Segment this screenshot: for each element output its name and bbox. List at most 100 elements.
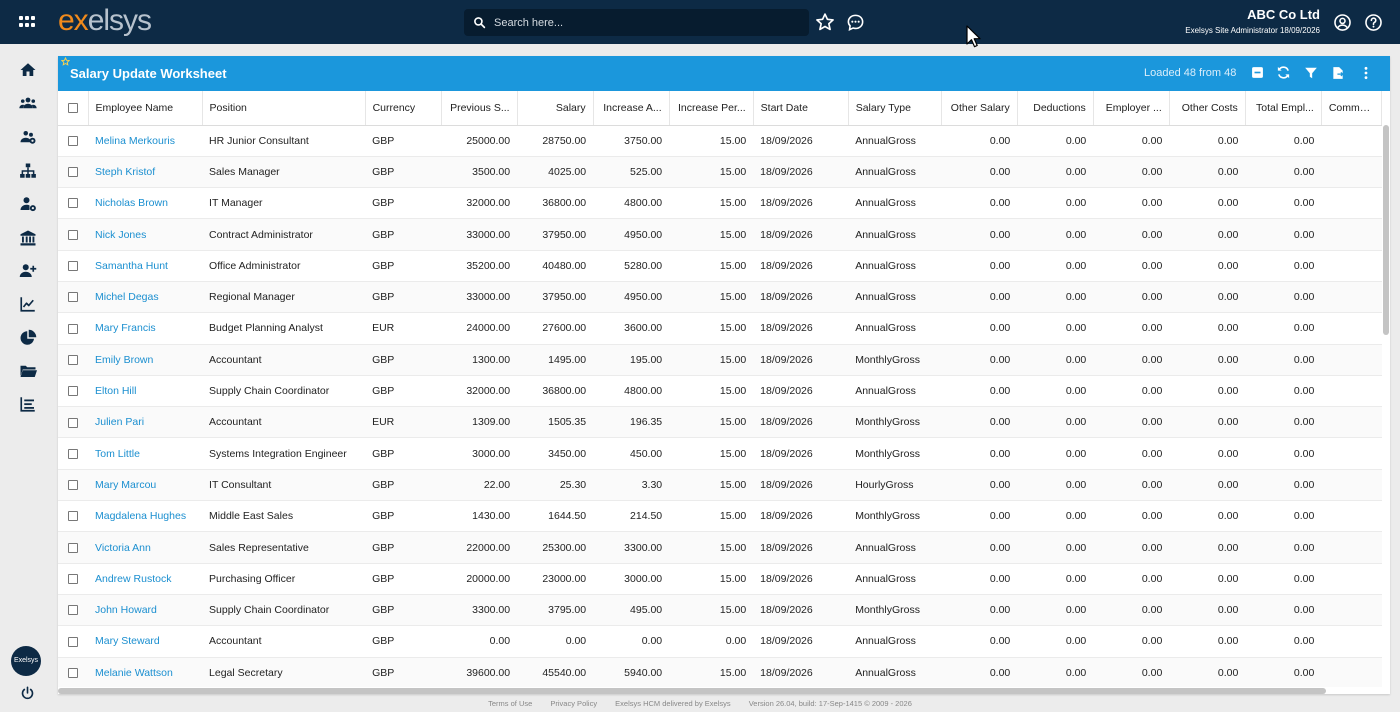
row-checkbox[interactable] [58,218,88,251]
employee-name-link[interactable]: Elton Hill [88,375,203,408]
table-row[interactable]: Magdalena Hughes Middle East Sales GBP 1430… [58,500,1382,533]
column-header[interactable]: Other Costs [1169,91,1246,126]
employee-name-link[interactable]: Nick Jones [88,218,203,251]
row-checkbox[interactable] [58,531,88,564]
row-checkbox[interactable] [58,187,88,220]
table-row[interactable]: Mary Marcou IT Consultant GBP 22.00 25.30 3.3… [58,469,1382,502]
column-header[interactable]: Employer ... [1093,91,1170,126]
vertical-scrollbar[interactable] [1383,125,1389,335]
list-chart-icon[interactable] [19,395,37,413]
employee-name-link[interactable]: Victoria Ann [88,531,203,564]
horizontal-scrollbar[interactable] [58,688,1326,694]
table-row[interactable]: Andrew Rustock Purchasing Officer GBP 20000… [58,563,1382,595]
column-header[interactable]: Previous S... [441,91,518,126]
table-row[interactable]: Samantha Hunt Office Administrator GBP 3520… [58,250,1382,282]
more-vertical-icon[interactable] [1359,66,1373,80]
table-row[interactable]: Michel Degas Regional Manager GBP 33000.00 3… [58,281,1382,314]
home-icon[interactable] [19,61,37,79]
search-box[interactable] [464,9,809,36]
table-row[interactable]: Elton Hill Supply Chain Coordinator GBP 320… [58,375,1382,408]
column-header[interactable]: Salary Type [848,91,942,126]
column-header[interactable]: Employee Name [88,91,203,126]
table-row[interactable]: John Howard Supply Chain Coordinator GBP 33… [58,594,1382,627]
table-row[interactable]: Mary Francis Budget Planning Analyst EUR 24… [58,312,1382,345]
row-checkbox[interactable] [58,312,88,345]
search-input[interactable] [494,13,794,32]
row-checkbox[interactable] [58,344,88,376]
row-checkbox[interactable] [58,125,88,157]
table-row[interactable]: Nick Jones Contract Administrator GBP 33000… [58,218,1382,251]
row-checkbox[interactable] [58,406,88,439]
row-checkbox[interactable] [58,250,88,282]
row-checkbox[interactable] [58,156,88,189]
table-row[interactable]: Julien Pari Accountant EUR 1309.00 1505.35 19… [58,406,1382,439]
column-header[interactable]: Deductions [1017,91,1094,126]
employee-name-link[interactable]: Melanie Wattson [88,657,203,687]
row-checkbox[interactable] [58,375,88,408]
line-chart-icon[interactable] [19,295,37,313]
avatar[interactable]: Exelsys [11,646,41,676]
filter-icon[interactable] [1304,66,1318,80]
employee-name-link[interactable]: Emily Brown [88,344,203,376]
column-header[interactable]: Increase Per... [669,91,754,126]
employee-name-link[interactable]: Mary Francis [88,312,203,345]
employee-name-link[interactable]: Magdalena Hughes [88,500,203,533]
exelsys-logo[interactable]: exelsys [58,4,152,38]
help-icon[interactable] [1364,13,1383,32]
employee-name-link[interactable]: Michel Degas [88,281,203,314]
column-header[interactable]: Increase A... [593,91,670,126]
terms-link[interactable]: Terms of Use [488,699,532,708]
employee-name-link[interactable]: Mary Marcou [88,469,203,502]
table-row[interactable]: Emily Brown Accountant GBP 1300.00 1495.00 19… [58,344,1382,376]
employee-name-link[interactable]: Steph Kristof [88,156,203,189]
employee-name-link[interactable]: Mary Steward [88,625,203,658]
favorite-star-icon[interactable] [61,57,70,66]
column-header[interactable]: Start Date [753,91,849,126]
table-row[interactable]: Victoria Ann Sales Representative GBP 22000… [58,531,1382,564]
favorites-star-icon[interactable] [815,12,835,32]
row-checkbox[interactable] [58,657,88,687]
row-checkbox[interactable] [58,625,88,658]
privacy-link[interactable]: Privacy Policy [550,699,597,708]
row-checkbox[interactable] [58,281,88,314]
row-checkbox[interactable] [58,469,88,502]
employee-name-link[interactable]: Tom Little [88,437,203,470]
table-row[interactable]: Mary Steward Accountant GBP 0.00 0.00 0.00 0.0… [58,625,1382,658]
chat-icon[interactable] [846,13,865,32]
row-checkbox[interactable] [58,563,88,595]
column-header[interactable]: Other Salary [941,91,1018,126]
employee-name-link[interactable]: Melina Merkouris [88,125,203,157]
groups-icon[interactable] [19,128,37,146]
apps-grid-icon[interactable] [19,16,35,28]
folder-icon[interactable] [19,362,37,380]
pie-chart-icon[interactable] [19,329,37,347]
table-row[interactable]: Nicholas Brown IT Manager GBP 32000.00 36800… [58,187,1382,220]
table-row[interactable]: Tom Little Systems Integration Engineer GB… [58,437,1382,470]
org-chart-icon[interactable] [19,162,37,180]
bank-icon[interactable] [19,229,37,247]
add-user-icon[interactable] [19,262,37,280]
column-header[interactable]: Comment [1321,91,1382,126]
row-checkbox[interactable] [58,437,88,470]
collapse-icon[interactable] [1251,66,1264,79]
table-row[interactable]: Steph Kristof Sales Manager GBP 3500.00 4025… [58,156,1382,189]
user-settings-icon[interactable] [19,195,37,213]
account-icon[interactable] [1333,13,1352,32]
employee-name-link[interactable]: Samantha Hunt [88,250,203,282]
employee-name-link[interactable]: Nicholas Brown [88,187,203,220]
table-row[interactable]: Melina Merkouris HR Junior Consultant GBP 2… [58,125,1382,157]
select-all-checkbox[interactable] [58,91,89,126]
refresh-icon[interactable] [1276,65,1291,80]
column-header[interactable]: Currency [365,91,442,126]
column-header[interactable]: Position [202,91,366,126]
row-checkbox[interactable] [58,594,88,627]
employee-name-link[interactable]: John Howard [88,594,203,627]
column-header[interactable]: Total Empl... [1245,91,1322,126]
team-icon[interactable] [19,94,37,112]
employee-name-link[interactable]: Julien Pari [88,406,203,439]
employee-name-link[interactable]: Andrew Rustock [88,563,203,595]
export-icon[interactable] [1331,66,1345,80]
row-checkbox[interactable] [58,500,88,533]
table-row[interactable]: Melanie Wattson Legal Secretary GBP 39600.0… [58,657,1382,687]
column-header[interactable]: Salary [517,91,594,126]
